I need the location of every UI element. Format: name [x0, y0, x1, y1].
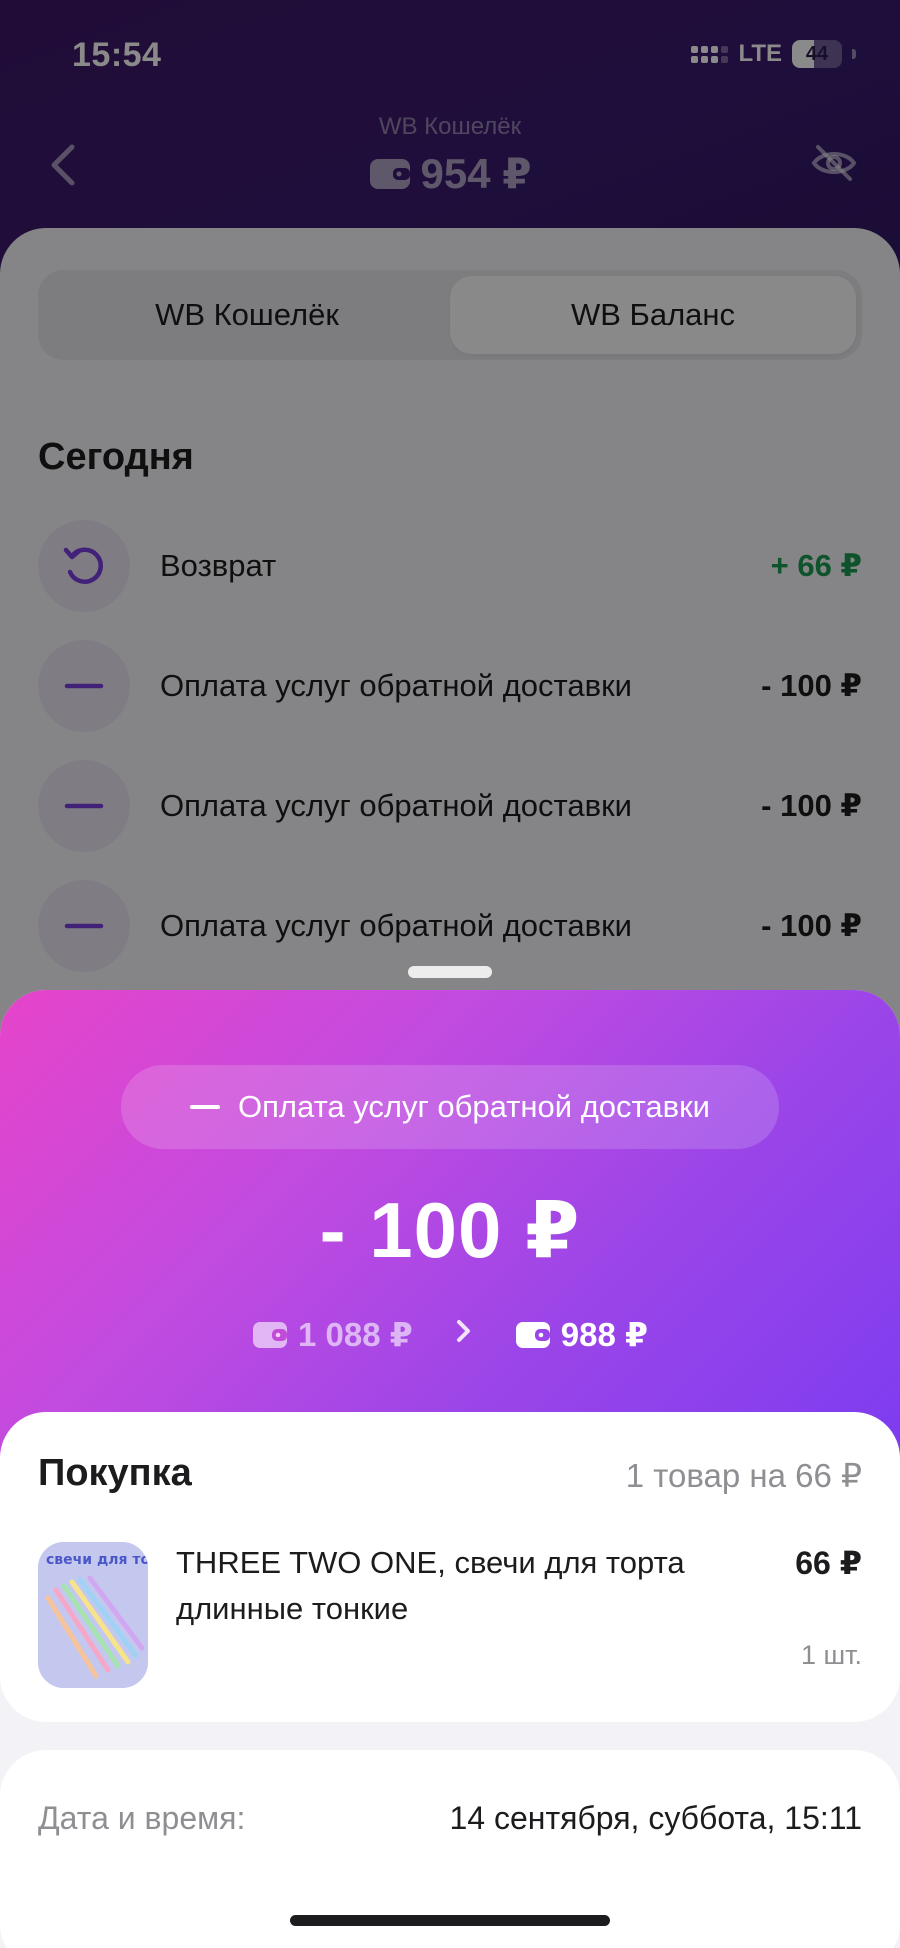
operation-type: Оплата услуг обратной доставки	[238, 1089, 710, 1124]
wallet-icon	[253, 1321, 288, 1348]
candles-image: свечи для торта	[38, 1542, 148, 1688]
image-caption: свечи для торта	[46, 1552, 148, 1568]
product-name[interactable]: THREE TWO ONE, свечи для торта длинные т…	[176, 1540, 736, 1632]
purchase-summary: 1 товар на 66 ₽	[625, 1457, 862, 1494]
transaction-amount-large: - 100 ₽	[319, 1186, 581, 1274]
purchase-card: Покупка 1 товар на 66 ₽ свечи для торта …	[0, 1412, 900, 1722]
wallet-icon	[515, 1321, 550, 1348]
datetime-label: Дата и время:	[38, 1800, 246, 1836]
balance-after: 988 ₽	[515, 1315, 648, 1354]
product-price: 66 ₽	[795, 1545, 862, 1581]
balance-before: 1 088 ₽	[252, 1315, 413, 1354]
chevron-right-icon	[453, 1316, 475, 1354]
product-quantity: 1 шт.	[800, 1640, 862, 1670]
balance-after-value: 988 ₽	[560, 1316, 648, 1353]
sheet-grabber[interactable]	[408, 966, 492, 978]
product-image[interactable]: свечи для торта	[38, 1542, 148, 1688]
balance-before-value: 1 088 ₽	[298, 1316, 413, 1353]
balance-change: 1 088 ₽ 988 ₽	[0, 1315, 900, 1354]
transaction-hero: Оплата услуг обратной доставки - 100 ₽ 1…	[0, 990, 900, 1460]
transaction-detail-sheet: Оплата услуг обратной доставки - 100 ₽ 1…	[0, 990, 900, 1948]
datetime-value: 14 сентября, суббота, 15:11	[449, 1800, 863, 1836]
purchase-title: Покупка	[38, 1452, 192, 1494]
minus-icon	[190, 1105, 221, 1109]
operation-pill: Оплата услуг обратной доставки	[121, 1065, 779, 1149]
home-indicator[interactable]	[290, 1915, 610, 1926]
